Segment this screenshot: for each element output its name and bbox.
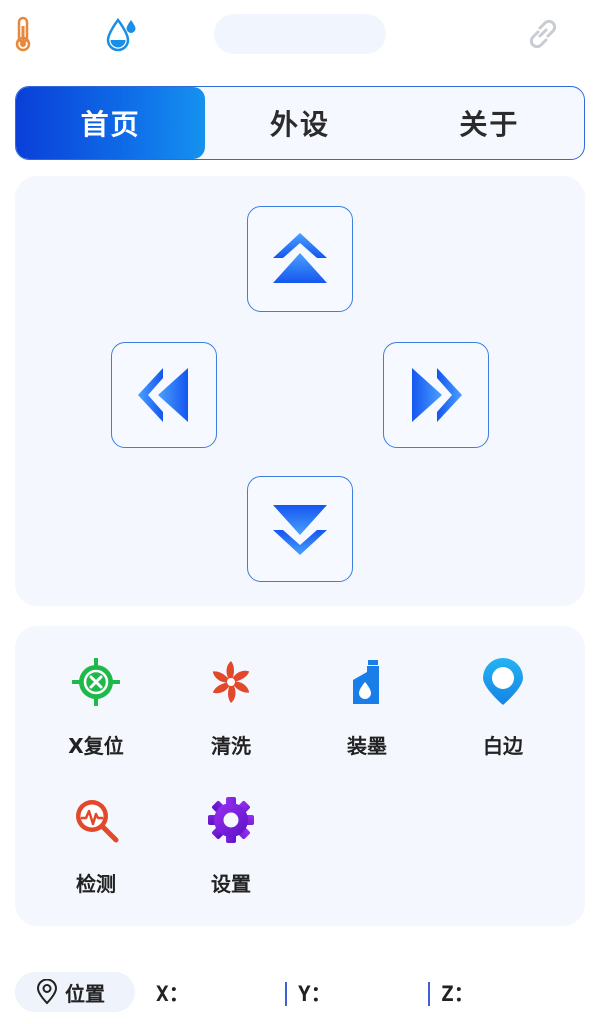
divider (285, 982, 287, 1006)
function-grid: X复位 清洗 装墨 白边 检测 设置 (15, 626, 585, 926)
load-ink-button[interactable]: 装墨 (299, 626, 435, 758)
move-left-button[interactable] (111, 342, 217, 448)
position-chip[interactable]: 位置 (15, 972, 135, 1012)
double-chevron-right-icon (412, 368, 462, 422)
ink-bottle-icon (353, 660, 379, 704)
x-reset-icon (72, 658, 120, 706)
x-coordinate: X： (156, 982, 190, 1006)
double-chevron-down-icon (273, 505, 327, 555)
double-chevron-up-icon (273, 233, 327, 283)
water-drop-icon[interactable] (104, 16, 138, 52)
device-name-pill[interactable] (214, 14, 386, 54)
location-pin-icon (483, 658, 523, 705)
load-ink-label: 装墨 (347, 734, 387, 758)
pinwheel-icon (212, 661, 250, 703)
link-icon[interactable] (524, 16, 562, 52)
tab-about[interactable]: 关于 (395, 87, 584, 159)
x-reset-label: X复位 (68, 734, 124, 758)
tab-home[interactable]: 首页 (16, 87, 206, 159)
move-down-button[interactable] (247, 476, 353, 582)
white-border-label: 白边 (483, 734, 523, 758)
tab-peripherals[interactable]: 外设 (205, 87, 394, 159)
magnifier-pulse-icon (76, 800, 119, 843)
clean-label: 清洗 (211, 734, 251, 758)
settings-button[interactable]: 设置 (163, 764, 299, 896)
clean-button[interactable]: 清洗 (163, 626, 299, 758)
main-tabs: 首页 外设 关于 (15, 86, 585, 160)
position-label: 位置 (65, 981, 105, 1006)
white-border-button[interactable]: 白边 (435, 626, 571, 758)
double-chevron-left-icon (138, 368, 188, 422)
detect-button[interactable]: 检测 (28, 764, 164, 896)
settings-label: 设置 (211, 872, 251, 896)
thermometer-icon (15, 16, 31, 52)
detect-label: 检测 (76, 872, 116, 896)
status-bar (0, 0, 600, 70)
divider (428, 982, 430, 1006)
gear-icon (208, 797, 254, 843)
z-coordinate: Z： (441, 982, 475, 1006)
y-coordinate: Y： (298, 982, 332, 1006)
position-readout: 位置 X： Y： Z： (0, 972, 600, 1014)
move-up-button[interactable] (247, 206, 353, 312)
direction-pad (15, 176, 585, 606)
move-right-button[interactable] (383, 342, 489, 448)
x-reset-button[interactable]: X复位 (28, 626, 164, 758)
map-pin-icon (36, 979, 58, 1005)
